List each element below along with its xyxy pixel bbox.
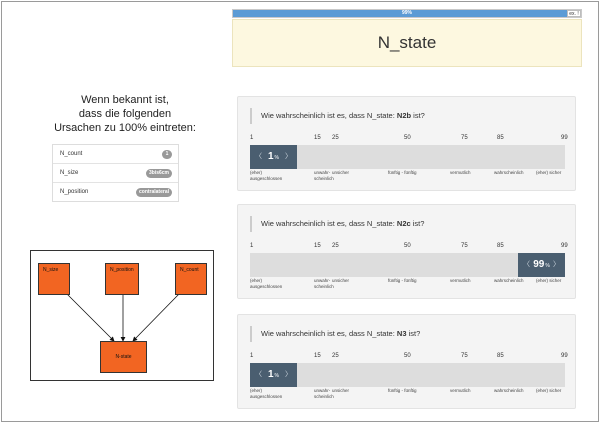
cause-label: N_size: [60, 170, 79, 176]
node-n-size: N_size: [38, 263, 70, 295]
scale-tick: 75: [461, 353, 468, 359]
network-diagram: N_size N_position N_count N-state: [30, 250, 214, 381]
causes-title-line: Ursachen zu 100% eintreten:: [54, 122, 196, 134]
scale-tick: 1: [250, 353, 254, 359]
scale-label: unsicher: [332, 170, 350, 175]
scale-tick: 50: [404, 353, 411, 359]
scale-label: (eher) sicher: [536, 170, 562, 175]
progress-bar: 99%: [232, 9, 582, 18]
scale-tick: 25: [332, 353, 339, 359]
node-n-count: N_count: [175, 263, 207, 295]
scale-label: wahrscheinlich: [494, 278, 524, 283]
scale-tick: 15: [314, 353, 321, 359]
scale-label: (eher) ausgeschlossen: [250, 388, 283, 399]
scale-tick: 85: [497, 135, 504, 141]
cause-badge: 1: [162, 150, 172, 159]
scale-label: vermutlich: [450, 388, 471, 393]
chevron-right-icon: 〉: [285, 371, 292, 378]
causes-list: N_count 1 N_size 3bis6cm N_position cont…: [52, 144, 179, 202]
edge-count-state: [132, 293, 180, 342]
scale-tick: 25: [332, 243, 339, 249]
probability-slider[interactable]: 〈 1% 〉: [250, 363, 565, 387]
scale-label: vermutlich: [450, 278, 471, 283]
probability-slider[interactable]: 〈 99% 〉: [250, 253, 565, 277]
cause-label: N_count: [60, 151, 83, 157]
scale-tick: 85: [497, 243, 504, 249]
progress-text: 99%: [401, 10, 412, 16]
node-n-position: N_position: [105, 263, 139, 295]
chevron-right-icon: 〉: [285, 153, 292, 160]
cause-badge: 3bis6cm: [145, 169, 172, 178]
exit-button[interactable]: ex. !: [567, 10, 581, 17]
node-n-state: N-state: [100, 341, 147, 373]
cause-item: N_count 1: [53, 145, 178, 164]
question-panel: Wie wahrscheinlich ist es, dass N_state:…: [237, 96, 576, 191]
causes-title-line: Wenn bekannt ist,: [81, 94, 169, 106]
chevron-right-icon: 〉: [553, 261, 560, 268]
question-panel: Wie wahrscheinlich ist es, dass N_state:…: [237, 314, 576, 409]
scale-tick: 99: [561, 353, 568, 359]
scale-tick: 15: [314, 243, 321, 249]
scale-label: (eher) sicher: [536, 388, 562, 393]
scale-label: wahrscheinlich: [494, 388, 524, 393]
scale-label: (eher) sicher: [536, 278, 562, 283]
scale-label: unsicher: [332, 388, 350, 393]
scale-label: (eher) ausgeschlossen: [250, 278, 283, 289]
state-header: N_state: [232, 19, 582, 67]
slider-handle[interactable]: 〈 99% 〉: [518, 253, 565, 277]
causes-title: Wenn bekannt ist, dass die folgenden Ursac…: [40, 93, 210, 135]
question-text: Wie wahrscheinlich ist es, dass N_state:…: [250, 108, 425, 124]
scale-label: fünftig - fünftig: [388, 388, 417, 393]
scale-tick: 1: [250, 243, 254, 249]
scale-tick: 75: [461, 243, 468, 249]
scale-tick: 15: [314, 135, 321, 141]
question-text: Wie wahrscheinlich ist es, dass N_state:…: [250, 216, 424, 232]
slider-handle[interactable]: 〈 1% 〉: [250, 363, 297, 387]
scale-tick: 1: [250, 135, 254, 141]
scale-label: fünftig - fünftig: [388, 278, 417, 283]
cause-label: N_position: [60, 189, 89, 195]
slider-handle[interactable]: 〈 1% 〉: [250, 145, 297, 169]
question-text: Wie wahrscheinlich ist es, dass N_state:…: [250, 326, 420, 342]
causes-title-line: dass die folgenden: [78, 108, 172, 120]
scale-tick: 99: [561, 135, 568, 141]
cause-item: N_position contralateral: [53, 183, 178, 202]
scale-tick: 85: [497, 353, 504, 359]
cause-badge: contralateral: [135, 188, 172, 197]
scale-label: fünftig - fünftig: [388, 170, 417, 175]
scale-tick: 75: [461, 135, 468, 141]
probability-slider[interactable]: 〈 1% 〉: [250, 145, 565, 169]
scale-tick: 99: [561, 243, 568, 249]
edge-size-state: [66, 293, 115, 342]
scale-tick: 25: [332, 135, 339, 141]
scale-label: vermutlich: [450, 170, 471, 175]
scale-label: wahrscheinlich: [494, 170, 524, 175]
scale-tick: 50: [404, 243, 411, 249]
question-panel: Wie wahrscheinlich ist es, dass N_state:…: [237, 204, 576, 299]
state-title: N_state: [377, 33, 437, 52]
scale-label: (eher) ausgeschlossen: [250, 170, 283, 181]
scale-tick: 50: [404, 135, 411, 141]
cause-item: N_size 3bis6cm: [53, 164, 178, 183]
scale-label: unsicher: [332, 278, 350, 283]
